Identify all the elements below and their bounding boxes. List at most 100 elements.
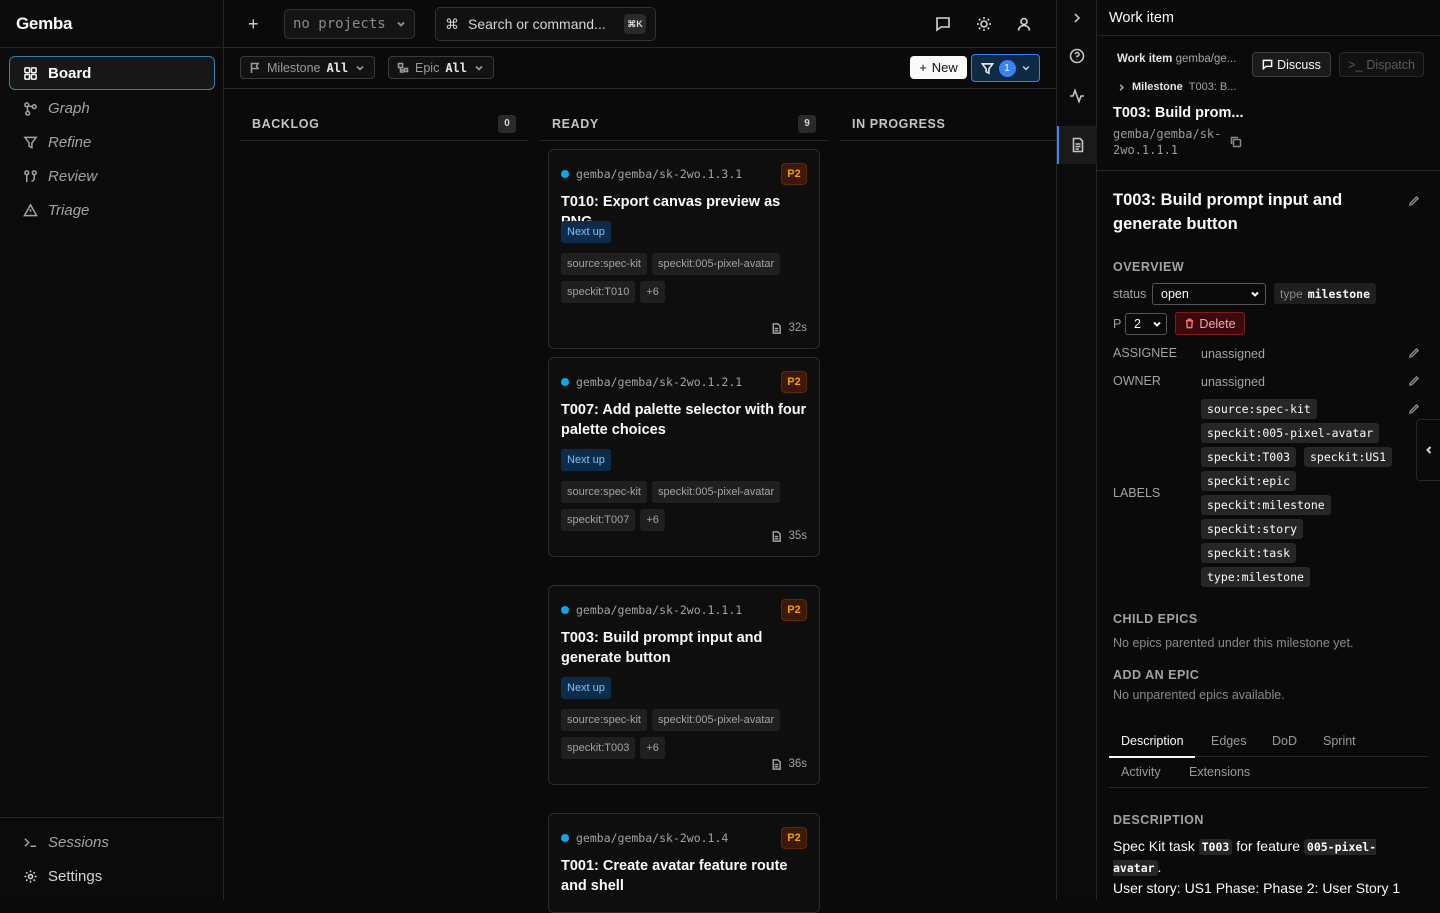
project-select[interactable]: no projects [284,9,415,39]
tab-description[interactable]: Description [1121,734,1184,748]
add-epic-heading: ADD AN EPIC [1113,668,1200,682]
tab-edges[interactable]: Edges [1211,734,1246,748]
card-id-text: gemba/gemba/sk-2wo.1.1.1 [576,603,743,617]
edit-assignee-icon[interactable] [1408,347,1420,359]
activity-button[interactable] [1057,78,1097,114]
new-item-button[interactable]: + New [910,56,967,79]
work-item-path: gemba/ge... [1175,53,1237,65]
work-item-panel-button[interactable] [1057,126,1097,164]
label-chip: speckit:US1 [1304,447,1393,467]
add-icon[interactable]: + [248,15,259,33]
card-tags: source:spec-kit speckit:005-pixel-avatar… [561,253,811,303]
tab-activity[interactable]: Activity [1121,765,1161,779]
work-item-label: Work item [1117,53,1173,65]
expand-panel-button[interactable] [1057,0,1097,36]
tab-sprint[interactable]: Sprint [1323,734,1356,748]
overview-heading: OVERVIEW [1113,260,1185,274]
chevron-down-icon [473,62,485,74]
chevron-left-icon [1424,445,1434,455]
sidebar-item-label: Settings [48,867,103,885]
work-item-card[interactable]: gemba/gemba/sk-2wo.1.4 P2 T001: Create a… [548,813,820,913]
priority-select[interactable]: 2 [1125,313,1167,335]
search-command-input[interactable]: ⌘ Search or command... ⌘K [435,7,656,41]
work-item-card[interactable]: gemba/gemba/sk-2wo.1.3.1 P2 T010: Export… [548,149,820,349]
edit-owner-icon[interactable] [1408,375,1420,387]
tab-dod[interactable]: DoD [1272,734,1297,748]
status-badge: Next up [561,221,611,243]
delete-button[interactable]: Delete [1175,312,1245,335]
milestone-breadcrumb[interactable]: Milestone T003: B... [1117,81,1236,93]
sidebar-item-triage[interactable]: Triage [9,193,215,227]
sidebar-divider [0,817,223,818]
new-item-label: New [931,60,958,75]
warning-icon [23,202,38,218]
column-count: 9 [798,114,816,133]
copy-icon[interactable] [1230,136,1242,148]
document-icon [1070,137,1086,153]
review-icon [23,169,38,184]
status-label: status [1113,287,1147,301]
edit-labels-icon[interactable] [1408,403,1420,415]
user-icon[interactable] [1015,15,1033,33]
sidebar-item-settings[interactable]: Settings [9,859,215,893]
app-logo[interactable]: Gemba [16,14,72,34]
discuss-label: Discuss [1277,57,1321,72]
epic-filter[interactable]: Epic All [388,56,495,79]
help-button[interactable] [1057,38,1097,74]
sidebar-item-refine[interactable]: Refine [9,125,215,159]
filter-icon [23,135,38,150]
panel-title: Work item [1109,10,1174,26]
sidebar-item-board[interactable]: Board [9,56,215,90]
milestone-filter-label: Milestone [267,60,321,75]
work-item-short-title: T003: Build prom... [1113,105,1244,121]
edit-title-icon[interactable] [1408,195,1420,207]
status-dot [561,834,569,842]
milestone-filter[interactable]: Milestone All [240,56,376,79]
card-title: T007: Add palette selector with four pal… [561,402,807,438]
more-tags-chip[interactable]: +6 [640,737,665,759]
chevron-down-icon [354,62,366,74]
card-title: T001: Create avatar feature route and sh… [561,858,788,894]
sidebar-item-review[interactable]: Review [9,159,215,193]
tag-chip: speckit:005-pixel-avatar [651,481,781,503]
filter-toggle-button[interactable]: 1 [971,54,1040,82]
card-id-text: gemba/gemba/sk-2wo.1.4 [576,831,729,845]
card-id: gemba/gemba/sk-2wo.1.4 [561,831,728,845]
work-item-breadcrumb: Work item gemba/ge... [1117,53,1236,65]
more-tags-chip[interactable]: +6 [640,509,665,531]
sidebar-item-sessions[interactable]: Sessions [9,825,215,859]
sidebar-item-label: Graph [48,99,90,117]
theme-toggle-icon[interactable] [975,15,993,33]
terminal-icon [23,835,38,850]
status-select[interactable]: open [1152,283,1266,305]
project-select-value: no projects [293,16,386,32]
collapse-panel-button[interactable] [1416,419,1440,481]
discuss-button[interactable]: Discuss [1252,52,1331,77]
tab-extensions[interactable]: Extensions [1189,765,1250,779]
filter-count-badge: 1 [998,59,1016,77]
card-time: 32s [771,322,807,334]
tag-chip: speckit:T003 [561,737,636,759]
work-item-card[interactable]: gemba/gemba/sk-2wo.1.1.1 P2 T003: Build … [548,585,820,785]
chevron-down-icon [1250,289,1260,299]
sidebar-item-label: Board [48,64,92,82]
chevron-down-icon [1021,63,1031,73]
description-heading: DESCRIPTION [1113,813,1204,827]
top-bar: + no projects ⌘ Search or command... ⌘K [224,0,1056,48]
priority-badge: P2 [781,827,807,849]
card-time: 35s [771,530,807,542]
add-epic-empty: No unparented epics available. [1113,688,1285,702]
chat-icon[interactable] [934,15,952,33]
more-tags-chip[interactable]: +6 [640,281,665,303]
description-text: User story: US1 Phase: Phase 2: User Sto… [1113,880,1401,896]
label-chip: speckit:005-pixel-avatar [1201,423,1380,443]
sidebar-item-label: Refine [48,133,92,151]
dispatch-button[interactable]: >_ Dispatch [1339,52,1424,77]
description-code: T003 [1198,839,1233,855]
delete-label: Delete [1199,316,1236,331]
work-item-panel: Work item Work item gemba/ge... Discuss … [1097,0,1440,900]
status-dot [561,378,569,386]
sidebar-item-graph[interactable]: Graph [9,91,215,125]
work-item-card[interactable]: gemba/gemba/sk-2wo.1.2.1 P2 T007: Add pa… [548,357,820,557]
card-time: 36s [771,758,807,770]
